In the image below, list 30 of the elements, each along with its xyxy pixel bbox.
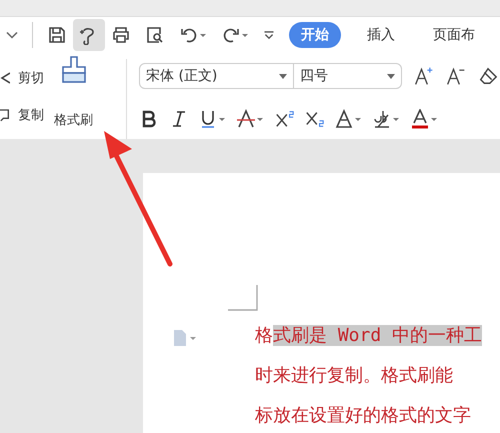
- paragraph-text: 标放在设置好的格式的文字: [255, 405, 471, 426]
- save-icon[interactable]: [47, 25, 67, 45]
- format-painter-button[interactable]: 格式刷: [54, 53, 93, 139]
- superscript-icon[interactable]: [275, 109, 295, 129]
- print-icon[interactable]: [111, 25, 131, 45]
- font-size-select[interactable]: 四号: [294, 63, 402, 89]
- eraser-icon[interactable]: [478, 66, 498, 86]
- caret-icon[interactable]: [6, 30, 18, 40]
- print-preview-icon[interactable]: [145, 25, 165, 45]
- caret-icon[interactable]: [263, 30, 275, 40]
- subscript-icon[interactable]: [305, 109, 325, 129]
- ribbon-tab[interactable]: 开始: [289, 22, 341, 48]
- dropdown-arrow-icon: [387, 74, 395, 78]
- underline-icon[interactable]: [199, 109, 227, 129]
- paragraph-text: 格: [255, 325, 273, 346]
- highlight-icon[interactable]: [373, 109, 401, 129]
- font-family-select[interactable]: 宋体 (正文): [139, 63, 294, 89]
- font-color-icon[interactable]: [411, 109, 439, 129]
- ribbon-tab[interactable]: 插入: [355, 22, 407, 48]
- highlighted-text: 式刷是 Word 中的一种工: [273, 325, 482, 346]
- copy-button[interactable]: 复制: [18, 106, 44, 124]
- margin-corner-mark: [228, 285, 258, 311]
- cut-button[interactable]: 剪切: [18, 68, 44, 86]
- grow-font-icon[interactable]: [414, 66, 434, 86]
- strikethrough-icon[interactable]: [237, 109, 265, 129]
- dropdown-arrow-icon: [279, 74, 287, 78]
- ribbon-tab[interactable]: 页面布: [421, 22, 487, 48]
- paragraph-text: 时来进行复制。格式刷能: [255, 365, 453, 386]
- shrink-font-icon[interactable]: [446, 66, 466, 86]
- text-effect-icon[interactable]: [335, 109, 363, 129]
